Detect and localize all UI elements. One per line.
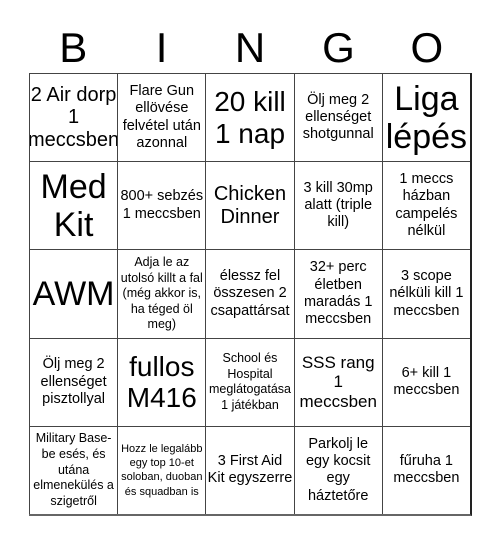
bingo-cell[interactable]: 3 First Aid Kit egyszerre [205,425,294,514]
bingo-cell[interactable]: School és Hospital meglátogatása 1 játék… [205,337,294,426]
bingo-cell[interactable]: 32+ perc életben maradás 1 meccsben [293,249,382,338]
bingo-cell[interactable]: AWM [29,249,118,338]
bingo-header: B I N G O [29,24,471,72]
bingo-cell[interactable]: Military Base-be esés, és utána elmenekü… [29,425,118,514]
bingo-cell[interactable]: Ölj meg 2 ellenséget shotgunnal [293,73,382,162]
bingo-cell[interactable]: 3 kill 30mp alatt (triple kill) [293,161,382,250]
bingo-cell[interactable]: fűruha 1 meccsben [381,425,470,514]
bingo-cell[interactable]: Adja le az utolsó killt a fal (még akkor… [117,249,206,338]
bingo-cell[interactable]: Liga lépés [381,73,470,162]
bingo-cell[interactable]: SSS rang 1 meccsben [293,337,382,426]
bingo-cell[interactable]: Med Kit [29,161,118,250]
bingo-cell[interactable]: Parkolj le egy kocsit egy háztetőre [293,425,382,514]
header-letter-g: G [322,24,355,71]
bingo-cell[interactable]: 800+ sebzés 1 meccsben [117,161,206,250]
bingo-card-grid: 2 Air dorp 1 meccsben Flare Gun ellövése… [29,73,472,516]
bingo-cell[interactable]: 20 kill 1 nap [205,73,294,162]
bingo-cell[interactable]: Chicken Dinner [205,161,294,250]
bingo-cell[interactable]: élessz fel összesen 2 csapattársat [205,249,294,338]
bingo-cell[interactable]: Ölj meg 2 ellenséget pisztollyal [29,337,118,426]
bingo-cell[interactable]: 3 scope nélküli kill 1 meccsben [381,249,470,338]
header-letter-n: N [234,24,266,71]
header-letter-o: O [410,24,444,71]
bingo-cell[interactable]: 6+ kill 1 meccsben [381,337,470,426]
header-letter-i: I [155,24,168,71]
bingo-cell[interactable]: Flare Gun ellövése felvétel után azonnal [117,73,206,162]
header-letter-b: B [59,24,88,71]
bingo-cell[interactable]: 1 meccs házban campelés nélkül [381,161,470,250]
bingo-cell[interactable]: Hozz le legalább egy top 10-et soloban, … [117,425,206,514]
bingo-cell[interactable]: fullos M416 [117,337,206,426]
bingo-cell[interactable]: 2 Air dorp 1 meccsben [29,73,118,162]
